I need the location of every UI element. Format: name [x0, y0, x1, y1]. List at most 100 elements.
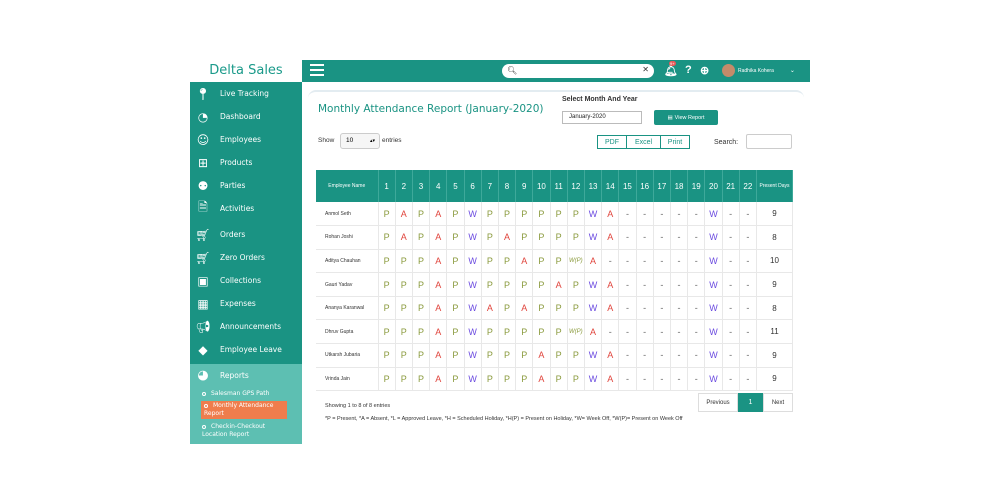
- present-days-value: 11: [756, 319, 793, 345]
- day-header: 16: [636, 170, 654, 202]
- attendance-cell: P: [532, 272, 551, 297]
- month-year-input[interactable]: January-2020: [562, 111, 642, 124]
- sidebar-item-dashboard[interactable]: ◔ Dashboard: [190, 105, 302, 128]
- attendance-cell: W: [464, 202, 482, 227]
- attendance-cell: P: [395, 296, 413, 321]
- attendance-cell: -: [687, 343, 706, 368]
- day-header: 17: [653, 170, 671, 202]
- view-report-button[interactable]: ▤ View Report: [654, 110, 718, 125]
- attendance-cell: -: [618, 343, 637, 368]
- attendance-cell: P: [498, 343, 517, 368]
- attendance-cell: A: [550, 272, 568, 297]
- attendance-cell: -: [722, 272, 740, 297]
- attendance-cell: A: [429, 319, 448, 345]
- attendance-cell: W: [704, 249, 723, 274]
- attendance-cell: P: [412, 225, 431, 250]
- attendance-cell: -: [670, 296, 689, 321]
- sidebar-item-employees[interactable]: ☺ Employees: [190, 128, 302, 151]
- attendance-cell: P: [481, 319, 499, 345]
- hamburger-menu-icon[interactable]: [310, 64, 324, 78]
- sidebar-item-products[interactable]: ⊞ Products: [190, 151, 302, 174]
- day-header: 9: [515, 170, 534, 202]
- attendance-cell: W: [464, 249, 482, 274]
- sidebar-item-parties[interactable]: ⚉ Parties: [190, 174, 302, 197]
- attendance-cell: -: [618, 319, 637, 345]
- day-header: 4: [429, 170, 448, 202]
- attendance-cell: P: [446, 343, 465, 368]
- attendance-cell: -: [636, 319, 654, 345]
- global-search-input[interactable]: 🔍︎ ✕: [502, 64, 654, 78]
- attendance-cell: -: [618, 249, 637, 274]
- add-icon[interactable]: ⊕: [700, 64, 709, 77]
- day-header: 5: [446, 170, 465, 202]
- present-days-header[interactable]: Present Days: [756, 170, 793, 202]
- employee-name: Ananya Karanwal: [316, 296, 379, 321]
- day-header: 7: [481, 170, 499, 202]
- previous-page-button[interactable]: Previous: [698, 393, 738, 412]
- attendance-cell: A: [601, 202, 620, 227]
- sidebar: 📍︎ Live Tracking ◔ Dashboard ☺ Employees ⊞ Prod…: [190, 82, 302, 444]
- group-icon: ⚉: [197, 178, 209, 193]
- attendance-cell: -: [636, 225, 654, 250]
- next-page-button[interactable]: Next: [763, 393, 793, 412]
- sidebar-item-announcements[interactable]: 📢︎ Announcements: [190, 315, 302, 338]
- money-icon: ▣: [197, 273, 209, 288]
- attendance-cell: P: [395, 367, 413, 392]
- day-header: 2: [395, 170, 413, 202]
- attendance-cell: A: [515, 296, 534, 321]
- print-button[interactable]: Print: [660, 135, 690, 149]
- sidebar-item-orders[interactable]: 🛒︎ Orders: [190, 223, 302, 246]
- chevron-down-icon: ⌄: [789, 68, 795, 74]
- excel-button[interactable]: Excel: [626, 135, 661, 149]
- attendance-cell: -: [653, 367, 671, 392]
- report-icon: ▤: [667, 114, 673, 121]
- attendance-cell: -: [722, 249, 740, 274]
- attendance-cell: W: [704, 343, 723, 368]
- attendance-cell: A: [429, 343, 448, 368]
- sidebar-item-employee-leave[interactable]: ◆ Employee Leave: [190, 338, 302, 361]
- page-1-button[interactable]: 1: [738, 393, 763, 412]
- attendance-cell: -: [653, 225, 671, 250]
- subnav-monthly-attendance-report[interactable]: Monthly Attendance Report: [201, 401, 287, 419]
- sidebar-item-activities[interactable]: 🗎 Activities: [190, 197, 302, 220]
- sidebar-item-label: Activities: [220, 204, 255, 213]
- help-icon[interactable]: ?: [685, 64, 692, 76]
- notification-badge: 9+: [669, 61, 676, 66]
- attendance-cell: -: [739, 296, 758, 321]
- day-header: 15: [618, 170, 637, 202]
- attendance-cell: P: [567, 296, 585, 321]
- table-search-input[interactable]: [746, 134, 792, 149]
- top-bar: 🔍︎ ✕ 🔔︎ 9+ ? ⊕ Radhika Kohera ⌄: [302, 60, 810, 82]
- attendance-cell: P: [378, 296, 396, 321]
- day-header: 21: [722, 170, 740, 202]
- attendance-cell: -: [670, 225, 689, 250]
- employee-name-header[interactable]: Employee Name: [316, 170, 379, 202]
- table-row: Rohan Joshi P A P A P W P A P P P P W A - - - - - W - -8: [316, 225, 793, 250]
- attendance-cell: A: [532, 367, 551, 392]
- pdf-button[interactable]: PDF: [597, 135, 627, 149]
- attendance-cell: -: [722, 296, 740, 321]
- clear-search-icon[interactable]: ✕: [642, 65, 649, 74]
- attendance-cell: P: [550, 296, 568, 321]
- sidebar-item-label: Dashboard: [220, 112, 261, 121]
- sidebar-item-zero-orders[interactable]: 🛒︎ Zero Orders: [190, 246, 302, 269]
- sidebar-item-live-tracking[interactable]: 📍︎ Live Tracking: [190, 82, 302, 105]
- subnav-salesman-gps-path[interactable]: Salesman GPS Path: [202, 390, 292, 398]
- attendance-cell: -: [739, 225, 758, 250]
- attendance-cell: P: [515, 272, 534, 297]
- attendance-cell: W: [464, 296, 482, 321]
- user-menu[interactable]: Radhika Kohera ⌄: [722, 64, 795, 77]
- entries-value: 10: [346, 137, 354, 144]
- attendance-cell: P: [532, 249, 551, 274]
- attendance-cell: P: [550, 319, 568, 345]
- sidebar-item-collections[interactable]: ▣ Collections: [190, 269, 302, 292]
- subnav-checkin-checkout-report[interactable]: Checkin-Checkout Location Report: [202, 423, 292, 439]
- entries-select[interactable]: 10 ▴▾: [340, 133, 380, 149]
- sidebar-item-reports[interactable]: ◕ Reports: [190, 364, 302, 387]
- table-row: Aditya Chauhan P P P A P W P P A P P W(P) A - - - - - - W - -1…: [316, 249, 793, 274]
- day-header: 1: [378, 170, 396, 202]
- attendance-cell: P: [395, 249, 413, 274]
- table-row: Anmol Seth P A P A P W P P P P P P W A - - - - - W - -9: [316, 202, 793, 227]
- sidebar-item-expenses[interactable]: ▦ Expenses: [190, 292, 302, 315]
- attendance-cell: P: [498, 296, 517, 321]
